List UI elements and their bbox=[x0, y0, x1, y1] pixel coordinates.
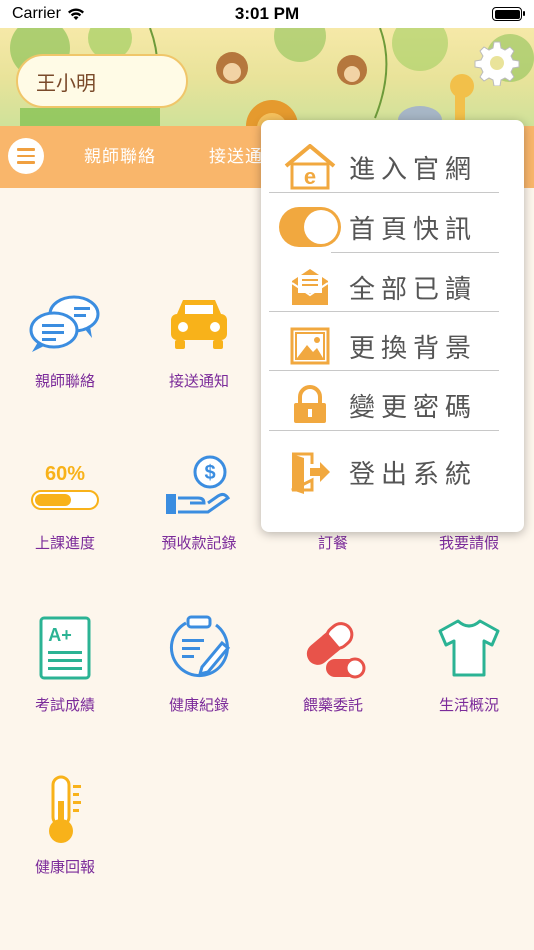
menu-item-label: 首頁快訊 bbox=[349, 214, 478, 245]
grid-label: 我要請假 bbox=[438, 534, 499, 552]
divider bbox=[269, 192, 499, 193]
grid-label: 健康回報 bbox=[34, 858, 95, 876]
money-hand-icon: $ bbox=[161, 448, 237, 524]
menu-item-label: 更換背景 bbox=[349, 333, 478, 364]
menu-item-label: 進入官網 bbox=[349, 154, 478, 185]
grid-label: 訂餐 bbox=[317, 534, 348, 552]
svg-text:e: e bbox=[304, 164, 316, 189]
wifi-icon bbox=[67, 8, 84, 20]
progress-bar-icon: 60% bbox=[27, 448, 103, 524]
grid-label: 餵藥委託 bbox=[302, 696, 363, 714]
menu-item-label: 登出系統 bbox=[349, 459, 478, 490]
svg-text:$: $ bbox=[204, 462, 215, 484]
divider bbox=[269, 370, 499, 371]
grade-text: A+ bbox=[48, 625, 72, 645]
hamburger-menu-button[interactable] bbox=[8, 138, 44, 174]
menu-item-home-news[interactable]: 首頁快訊 bbox=[279, 198, 509, 256]
grid-label: 健康紀錄 bbox=[168, 696, 229, 714]
pill-capsule-icon bbox=[295, 610, 371, 686]
tab-pickup[interactable]: 接送通 bbox=[209, 142, 263, 167]
menu-item-label: 變更密碼 bbox=[349, 392, 478, 423]
grid-item-teacher-parent[interactable]: 親師聯絡 bbox=[0, 286, 130, 391]
status-bar: Carrier 3:01 PM bbox=[0, 0, 534, 28]
progress-percent: 60% bbox=[44, 462, 86, 485]
header-banner: 王小明 bbox=[0, 28, 534, 126]
menu-item-official-site[interactable]: e 進入官網 bbox=[279, 138, 509, 196]
user-name-badge[interactable]: 王小明 bbox=[16, 54, 188, 108]
menu-item-mark-all-read[interactable]: 全部已讀 bbox=[279, 258, 509, 316]
tshirt-icon bbox=[431, 610, 507, 686]
thermometer-icon bbox=[27, 772, 103, 848]
grid-label: 接送通知 bbox=[168, 372, 229, 390]
grid-label: 親師聯絡 bbox=[34, 372, 95, 390]
menu-item-label: 全部已讀 bbox=[349, 274, 478, 305]
menu-item-change-password[interactable]: 變更密碼 bbox=[279, 376, 509, 434]
grid-label: 考試成績 bbox=[34, 696, 95, 714]
settings-dropdown-menu: e 進入官網 首頁快訊 全部已讀 更換背景 變更密碼 登出系統 bbox=[261, 120, 524, 532]
picture-icon bbox=[279, 321, 341, 371]
grid-item-health-report[interactable]: 健康回報 bbox=[0, 772, 130, 877]
envelope-icon bbox=[279, 262, 341, 312]
divider bbox=[269, 430, 499, 431]
grid-item-medication[interactable]: 餵藥委託 bbox=[268, 610, 398, 715]
grid-item-health-record[interactable]: 健康紀錄 bbox=[134, 610, 264, 715]
grid-item-exam[interactable]: A+ 考試成績 bbox=[0, 610, 130, 715]
menu-item-change-background[interactable]: 更換背景 bbox=[279, 317, 509, 375]
settings-gear-icon[interactable] bbox=[474, 40, 520, 86]
logout-door-icon bbox=[279, 447, 341, 497]
grid-item-progress[interactable]: 60% 上課進度 bbox=[0, 448, 130, 553]
grid-item-daily-life[interactable]: 生活概況 bbox=[404, 610, 534, 715]
divider bbox=[269, 311, 499, 312]
menu-item-logout[interactable]: 登出系統 bbox=[279, 443, 509, 501]
house-e-icon: e bbox=[279, 142, 341, 192]
lock-icon bbox=[279, 380, 341, 430]
chat-bubbles-icon bbox=[27, 286, 103, 362]
tab-teacher-parent[interactable]: 親師聯絡 bbox=[84, 142, 156, 167]
grid-label: 上課進度 bbox=[34, 534, 95, 552]
grid-item-pickup[interactable]: 接送通知 bbox=[134, 286, 264, 391]
clipboard-pencil-icon bbox=[161, 610, 237, 686]
carrier-label: Carrier bbox=[12, 5, 61, 22]
grid-item-prepayment[interactable]: $ 預收款記錄 bbox=[134, 448, 264, 553]
car-icon bbox=[161, 286, 237, 362]
grid-label: 生活概況 bbox=[438, 696, 499, 714]
exam-paper-icon: A+ bbox=[27, 610, 103, 686]
divider bbox=[331, 252, 499, 253]
battery-icon bbox=[492, 7, 525, 21]
grid-label: 預收款記錄 bbox=[161, 534, 237, 552]
toggle-switch[interactable] bbox=[279, 202, 341, 252]
